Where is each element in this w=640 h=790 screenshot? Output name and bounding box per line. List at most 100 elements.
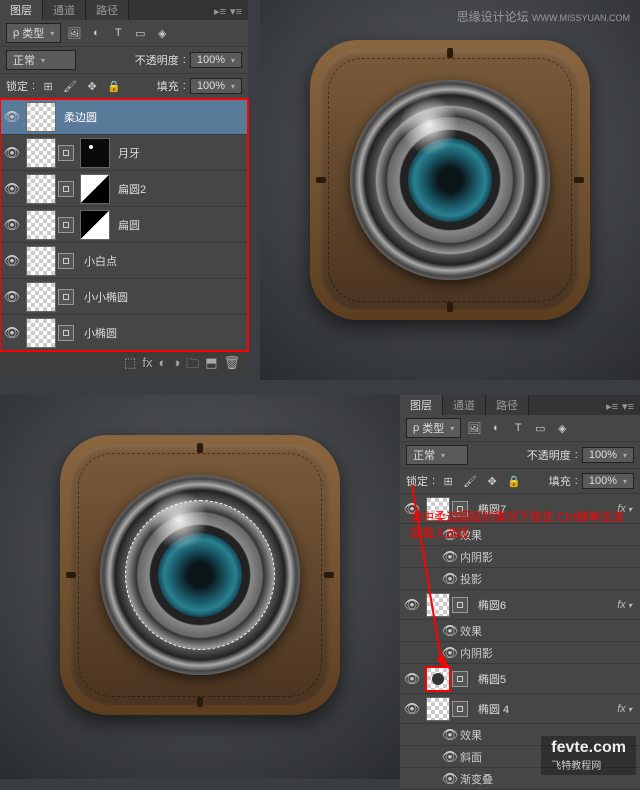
layer-row[interactable]: 👁 小白点 bbox=[0, 243, 248, 279]
layer-name[interactable]: 椭圆 4 bbox=[472, 701, 617, 717]
filter-shape-icon[interactable]: ▭ bbox=[131, 24, 149, 42]
tab-channels[interactable]: 通道 bbox=[443, 395, 486, 415]
blend-row: 正常 不透明度: 100% bbox=[400, 442, 640, 469]
layer-thumb[interactable] bbox=[26, 138, 56, 168]
adjustment-icon[interactable]: ◑ bbox=[172, 355, 180, 377]
fx-indicator[interactable]: fx bbox=[617, 703, 640, 715]
blend-mode-dropdown[interactable]: 正常 bbox=[406, 445, 468, 465]
layer-name[interactable]: 月牙 bbox=[112, 145, 248, 161]
layer-thumb[interactable] bbox=[426, 697, 450, 721]
tab-paths[interactable]: 路径 bbox=[486, 395, 529, 415]
vector-mask-icon[interactable] bbox=[58, 145, 74, 161]
lock-all-icon[interactable]: 🔒 bbox=[105, 77, 123, 95]
vector-mask-icon[interactable] bbox=[58, 325, 74, 341]
mask-thumb[interactable] bbox=[80, 138, 110, 168]
lock-position-icon[interactable]: ✥ bbox=[83, 77, 101, 95]
layer-name[interactable]: 小椭圆 bbox=[78, 325, 248, 341]
fx-indicator[interactable]: fx bbox=[617, 599, 640, 611]
visibility-toggle[interactable]: 👁 bbox=[0, 253, 24, 269]
tab-channels[interactable]: 通道 bbox=[43, 0, 86, 20]
opacity-label: 不透明度 bbox=[527, 447, 571, 463]
annotation-text: 选中柔边圆层的情况下按住 Ctrl键单击该层载入选区 bbox=[410, 510, 630, 541]
opacity-value[interactable]: 100% bbox=[190, 52, 242, 68]
lock-transparent-icon[interactable]: ⊞ bbox=[39, 77, 57, 95]
layer-row[interactable]: 👁 扁圆 bbox=[0, 207, 248, 243]
watermark-text: 思缘设计论坛 WWW.MISSYUAN.COM bbox=[457, 8, 630, 25]
selection-marquee bbox=[125, 500, 275, 650]
filter-pixel-icon[interactable]: 🖼 bbox=[465, 419, 483, 437]
lock-label: 锁定 bbox=[6, 78, 28, 94]
layer-row[interactable]: 👁 小椭圆 bbox=[0, 315, 248, 351]
tab-paths[interactable]: 路径 bbox=[86, 0, 129, 20]
fill-value[interactable]: 100% bbox=[190, 78, 242, 94]
layer-row[interactable]: 👁 扁圆2 bbox=[0, 171, 248, 207]
blend-row: 正常 不透明度: 100% bbox=[0, 47, 248, 74]
visibility-toggle[interactable]: 👁 bbox=[400, 701, 424, 717]
layer-name[interactable]: 扁圆2 bbox=[112, 181, 248, 197]
layer-thumb[interactable] bbox=[26, 318, 56, 348]
filter-adjust-icon[interactable]: ◐ bbox=[487, 419, 505, 437]
canvas-preview-1: 思缘设计论坛 WWW.MISSYUAN.COM bbox=[260, 0, 640, 380]
tab-layers[interactable]: 图层 bbox=[0, 0, 43, 20]
fx-icon[interactable]: fx bbox=[142, 355, 152, 377]
panel-menu-icon[interactable]: ▾≡ bbox=[622, 400, 634, 413]
layer-row[interactable]: 👁 椭圆 4 fx bbox=[400, 694, 640, 724]
visibility-toggle[interactable]: 👁 bbox=[0, 217, 24, 233]
vector-mask-icon[interactable] bbox=[58, 181, 74, 197]
group-icon[interactable]: 🗀 bbox=[186, 355, 199, 377]
kind-dropdown[interactable]: ρ 类型 bbox=[6, 23, 61, 43]
filter-row: ρ 类型 🖼 ◐ T ▭ ◈ bbox=[400, 415, 640, 442]
filter-type-icon[interactable]: T bbox=[509, 419, 527, 437]
visibility-toggle[interactable]: 👁 bbox=[0, 325, 24, 341]
layer-name[interactable]: 柔边圆 bbox=[58, 109, 248, 125]
layer-name[interactable]: 小白点 bbox=[78, 253, 248, 269]
layer-thumb[interactable] bbox=[26, 174, 56, 204]
layer-name[interactable]: 扁圆 bbox=[112, 217, 248, 233]
panel-collapse-icon[interactable]: ▸≡ bbox=[214, 5, 226, 18]
fill-label: 填充 bbox=[157, 78, 179, 94]
visibility-toggle[interactable]: 👁 bbox=[0, 109, 24, 125]
opacity-value[interactable]: 100% bbox=[582, 447, 634, 463]
layer-thumb[interactable] bbox=[26, 102, 56, 132]
mask-thumb[interactable] bbox=[80, 210, 110, 240]
opacity-label: 不透明度 bbox=[135, 52, 179, 68]
panel-collapse-icon[interactable]: ▸≡ bbox=[606, 400, 618, 413]
filter-type-icon[interactable]: T bbox=[109, 24, 127, 42]
new-layer-icon[interactable]: ⬒ bbox=[205, 355, 217, 377]
filter-smart-icon[interactable]: ◈ bbox=[153, 24, 171, 42]
lock-pixel-icon[interactable]: 🖌 bbox=[61, 77, 79, 95]
link-layers-icon[interactable]: ⬚ bbox=[124, 355, 136, 377]
site-watermark: fevte.com 飞特教程网 bbox=[541, 736, 636, 775]
layer-thumb[interactable] bbox=[26, 282, 56, 312]
canvas-preview-2 bbox=[0, 395, 400, 779]
kind-dropdown[interactable]: ρ 类型 bbox=[406, 418, 461, 438]
mask-icon[interactable]: ◐ bbox=[158, 355, 166, 377]
layers-list: 👁 柔边圆 👁 月牙 👁 扁圆2 👁 扁圆 👁 bbox=[0, 99, 248, 351]
layer-row[interactable]: 👁 月牙 bbox=[0, 135, 248, 171]
mask-thumb[interactable] bbox=[80, 174, 110, 204]
layer-thumb[interactable] bbox=[26, 210, 56, 240]
filter-smart-icon[interactable]: ◈ bbox=[553, 419, 571, 437]
vector-mask-icon[interactable] bbox=[58, 217, 74, 233]
panel-menu-icon[interactable]: ▾≡ bbox=[230, 5, 242, 18]
vector-mask-icon[interactable] bbox=[58, 253, 74, 269]
layer-row[interactable]: 👁 小小椭圆 bbox=[0, 279, 248, 315]
filter-pixel-icon[interactable]: 🖼 bbox=[65, 24, 83, 42]
layer-thumb[interactable] bbox=[26, 246, 56, 276]
filter-adjust-icon[interactable]: ◐ bbox=[87, 24, 105, 42]
delete-icon[interactable]: 🗑 bbox=[223, 355, 240, 377]
layer-row[interactable]: 👁 柔边圆 bbox=[0, 99, 248, 135]
blend-mode-dropdown[interactable]: 正常 bbox=[6, 50, 76, 70]
visibility-toggle[interactable]: 👁 bbox=[0, 145, 24, 161]
visibility-toggle[interactable]: 👁 bbox=[0, 181, 24, 197]
layer-name[interactable]: 小小椭圆 bbox=[78, 289, 248, 305]
tab-layers[interactable]: 图层 bbox=[400, 395, 443, 415]
camera-icon-art bbox=[60, 435, 340, 715]
visibility-toggle[interactable]: 👁 bbox=[0, 289, 24, 305]
fill-value[interactable]: 100% bbox=[582, 473, 634, 489]
filter-shape-icon[interactable]: ▭ bbox=[531, 419, 549, 437]
panel-tabs: 图层 通道 路径 ▸≡ ▾≡ bbox=[400, 395, 640, 415]
annotation-arrow bbox=[402, 475, 512, 675]
vector-mask-icon[interactable] bbox=[58, 289, 74, 305]
vector-mask-icon[interactable] bbox=[452, 701, 468, 717]
